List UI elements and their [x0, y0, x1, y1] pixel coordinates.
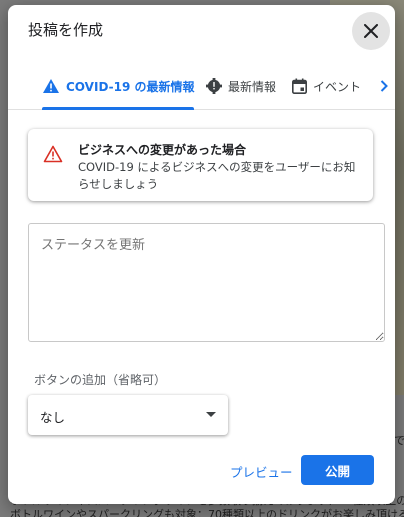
- publish-button[interactable]: 公開: [301, 455, 374, 485]
- tab-covid-update[interactable]: COVID-19 の最新情報: [42, 63, 195, 110]
- tab-news[interactable]: 最新情報: [206, 63, 276, 109]
- tab-label: イベント: [313, 79, 362, 94]
- active-tab-indicator: [42, 107, 195, 110]
- preview-button[interactable]: プレビュー: [224, 456, 299, 486]
- close-icon: [364, 24, 378, 38]
- calendar-icon: [292, 78, 307, 94]
- status-update-input[interactable]: [28, 223, 385, 342]
- background-text-line: ボトルワインやスパークリングも対象：70種類以上のドリンクがお楽しみ頂ける: [10, 508, 404, 517]
- covid-alert-card: ビジネスへの変更があった場合 COVID-19 によるビジネスへの変更をユーザー…: [28, 129, 373, 201]
- chevron-right-icon: [380, 80, 388, 92]
- create-post-dialog: 投稿を作成 COVID-19 の最新情報 最新情報 イベント ビジネスへの変更が…: [8, 5, 395, 504]
- gear-icon: [206, 78, 222, 94]
- background-side-text: で: [394, 434, 404, 447]
- dropdown-caret-icon: [206, 412, 216, 417]
- add-button-label: ボタンの追加（省略可）: [34, 373, 167, 387]
- select-value: なし: [40, 410, 66, 425]
- tab-event[interactable]: イベント: [292, 63, 361, 109]
- close-button[interactable]: [352, 12, 390, 50]
- post-type-tabs: COVID-19 の最新情報 最新情報 イベント: [8, 63, 395, 110]
- alert-body: COVID-19 によるビジネスへの変更をユーザーにお知らせしましょう: [78, 160, 356, 191]
- tab-label: COVID-19 の最新情報: [66, 79, 195, 94]
- dialog-header: 投稿を作成: [8, 5, 395, 53]
- button-type-select[interactable]: なし: [28, 395, 228, 435]
- alert-title: ビジネスへの変更があった場合: [78, 143, 247, 157]
- warning-icon: [43, 79, 59, 93]
- tab-scroll-right-button[interactable]: [372, 63, 395, 109]
- tab-label: 最新情報: [228, 79, 277, 94]
- warning-outline-icon: [43, 145, 63, 163]
- dialog-title: 投稿を作成: [28, 21, 104, 39]
